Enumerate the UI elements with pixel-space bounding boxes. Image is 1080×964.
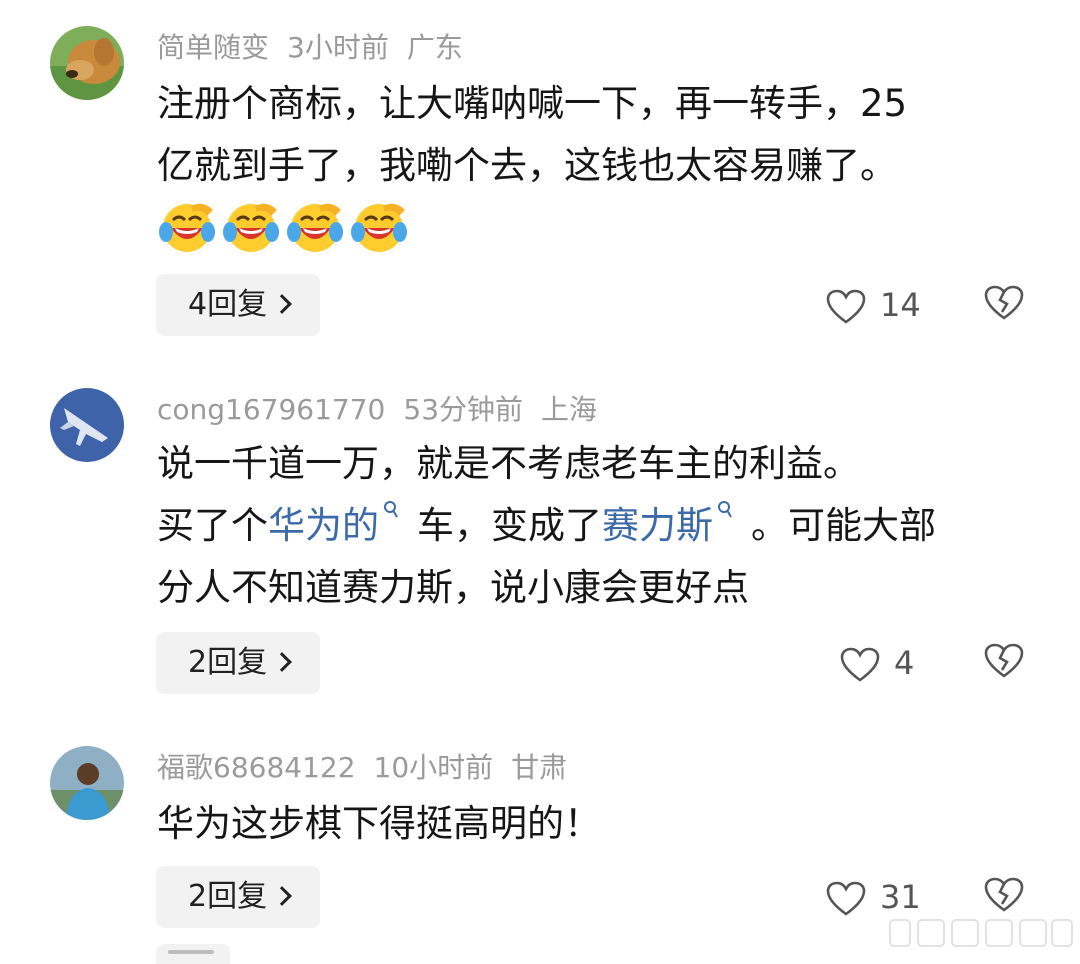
timestamp: 3小时前: [287, 31, 389, 64]
timestamp: 53分钟前: [403, 393, 524, 426]
broken-heart-icon: [984, 877, 1024, 912]
cropped-text-placeholder: [168, 950, 214, 954]
like-button[interactable]: 14: [826, 280, 921, 330]
replies-button[interactable]: 2回复: [156, 632, 320, 694]
username[interactable]: cong167961770: [157, 393, 385, 426]
replies-label: 2回复: [188, 645, 268, 680]
chevron-right-icon: [272, 294, 292, 314]
comment-meta: 福歌68684122 10小时前 甘肃: [157, 748, 585, 788]
dislike-button[interactable]: [984, 876, 1024, 916]
text-span: 车，变成了: [417, 504, 602, 547]
laugh-cry-emoji: [157, 198, 217, 254]
next-comment-button-partial: [156, 944, 230, 964]
heart-icon: [840, 647, 880, 682]
search-icon: [384, 501, 398, 518]
comment-meta: cong167961770 53分钟前 上海: [157, 390, 615, 430]
comment-meta: 简单随变 3小时前 广东: [157, 28, 481, 68]
comment-line: 注册个商标，让大嘴呐喊一下，再一转手，25: [157, 82, 908, 125]
topic-link[interactable]: 华为的: [268, 504, 379, 547]
dislike-button[interactable]: [984, 284, 1024, 324]
avatar[interactable]: [50, 26, 124, 100]
heart-icon: [826, 881, 866, 916]
comment-text: 注册个商标，让大嘴呐喊一下，再一转手，25 亿就到手了，我嘞个去，这钱也太容易赚…: [157, 73, 1037, 197]
comment-line: 分人不知道赛力斯，说小康会更好点: [157, 566, 749, 609]
comment-line: 华为这步棋下得挺高明的！: [157, 802, 601, 845]
topic-link[interactable]: 赛力斯: [602, 504, 713, 547]
laugh-cry-emoji: [221, 198, 281, 254]
location: 甘肃: [511, 751, 568, 784]
like-button[interactable]: 31: [826, 872, 921, 922]
replies-button[interactable]: 4回复: [156, 274, 320, 336]
username[interactable]: 简单随变: [157, 31, 269, 64]
comment-text: 说一千道一万，就是不考虑老车主的利益。 买了个华为的 车，变成了赛力斯 。可能大部 …: [157, 433, 1037, 619]
laugh-cry-emoji: [349, 198, 409, 254]
dislike-button[interactable]: [984, 642, 1024, 682]
comment-text: 华为这步棋下得挺高明的！: [157, 793, 1037, 855]
heart-icon: [826, 289, 866, 324]
timestamp: 10小时前: [373, 751, 494, 784]
broken-heart-icon: [984, 643, 1024, 678]
text-span: 买了个: [157, 504, 268, 547]
avatar[interactable]: [50, 388, 124, 462]
replies-label: 2回复: [188, 879, 268, 914]
username[interactable]: 福歌68684122: [157, 751, 356, 784]
broken-heart-icon: [984, 285, 1024, 320]
chevron-right-icon: [272, 652, 292, 672]
text-span: 。可能大部: [751, 504, 936, 547]
location: 上海: [541, 393, 598, 426]
search-icon: [718, 501, 732, 518]
like-count: 4: [894, 644, 915, 682]
like-count: 14: [880, 286, 921, 324]
like-count: 31: [880, 878, 921, 916]
comment-line: 亿就到手了，我嘞个去，这钱也太容易赚了。: [157, 144, 897, 187]
comment-line: 买了个华为的 车，变成了赛力斯 。可能大部: [157, 495, 1037, 557]
replies-button[interactable]: 2回复: [156, 866, 320, 928]
laugh-cry-emoji: [285, 198, 345, 254]
avatar[interactable]: [50, 746, 124, 820]
location: 广东: [406, 31, 463, 64]
comment-line: 说一千道一万，就是不考虑老车主的利益。: [157, 442, 860, 485]
like-button[interactable]: 4: [840, 638, 914, 688]
replies-label: 4回复: [188, 287, 268, 322]
watermark-logo: [889, 919, 1073, 947]
emoji-row: [157, 198, 413, 258]
chevron-right-icon: [272, 886, 292, 906]
